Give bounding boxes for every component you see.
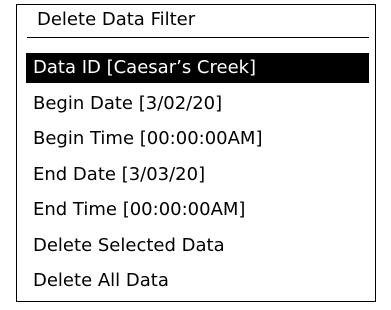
title-divider	[27, 37, 369, 38]
menu-item-end-date[interactable]: End Date [3/03/20]	[26, 160, 369, 190]
menu-item-begin-time[interactable]: Begin Time [00:00:00AM]	[26, 124, 369, 154]
delete-data-filter-dialog: Delete Data Filter Data ID [Caesar’s Cre…	[16, 4, 376, 302]
menu-item-end-time[interactable]: End Time [00:00:00AM]	[26, 195, 369, 225]
menu-item-data-id[interactable]: Data ID [Caesar’s Creek]	[26, 53, 369, 83]
dialog-title: Delete Data Filter	[37, 9, 196, 30]
menu-item-begin-date[interactable]: Begin Date [3/02/20]	[26, 89, 369, 119]
filter-menu: Data ID [Caesar’s Creek] Begin Date [3/0…	[26, 53, 369, 302]
menu-item-delete-selected-data[interactable]: Delete Selected Data	[26, 231, 369, 261]
menu-item-delete-all-data[interactable]: Delete All Data	[26, 266, 369, 296]
